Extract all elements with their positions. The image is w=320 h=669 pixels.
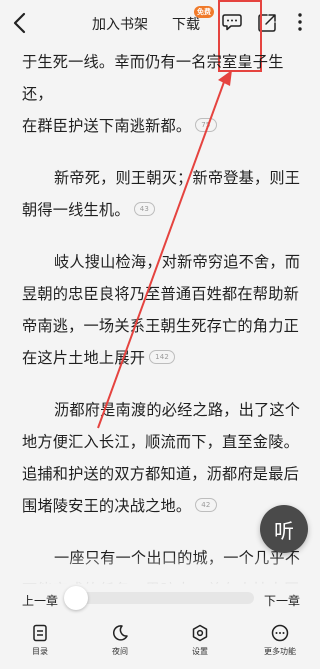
paragraph-comment-count[interactable]: 43 [133, 202, 156, 216]
paragraph-comment-count[interactable]: 142 [149, 350, 176, 364]
catalog-icon [33, 624, 47, 642]
next-chapter-button[interactable]: 下一章 [264, 592, 300, 609]
listen-button[interactable]: 听 [260, 505, 308, 553]
more-vertical-icon[interactable] [296, 12, 304, 32]
line-text: 于生死一线。幸而仍有一名宗室皇子生还， [22, 53, 284, 103]
nav-settings[interactable]: 设置 [170, 624, 230, 657]
back-arrow-icon[interactable] [8, 10, 32, 36]
line-text: 追捕和护送的双方都知道，沥都府是最后 [22, 465, 299, 483]
slider-thumb[interactable] [64, 586, 88, 610]
text-line: 地方便汇入长江，顺流而下，直至金陵。 [22, 426, 304, 458]
paragraph: 于生死一线。幸而仍有一名宗室皇子生还， 在群臣护送下南逃新都。 75 [22, 46, 304, 142]
add-to-shelf-button[interactable]: 加入书架 [92, 14, 148, 34]
text-line: 于生死一线。幸而仍有一名宗室皇子生还， [22, 46, 304, 110]
paragraph-comment-count[interactable]: 42 [195, 498, 217, 512]
text-line: 新帝死，则王朝灭；新帝登基，则王 [22, 162, 304, 194]
paragraph: 沥都府是南渡的必经之路，出了这个地方便汇入长江，顺流而下，直至金陵。 追捕和护送的… [22, 394, 304, 522]
line-text: 在群臣护送下南逃新都。 [22, 117, 192, 135]
text-line: 追捕和护送的双方都知道，沥都府是最后 [22, 458, 304, 490]
nav-night-mode[interactable]: 夜间 [90, 624, 150, 657]
text-line: 在群臣护送下南逃新都。 75 [22, 110, 304, 142]
text-line: 沥都府是南渡的必经之路，出了这个 [22, 394, 304, 426]
bottom-navigation: 目录 夜间 设置 更多功能 [0, 624, 320, 669]
top-bar: 加入书架 下载 免费 [0, 0, 320, 46]
more-functions-icon [271, 624, 289, 642]
line-text: 帝南逃，一场关系王朝生死存亡的角力正 [22, 317, 299, 335]
settings-icon [192, 624, 208, 642]
content-fade [0, 555, 320, 585]
line-text: 新帝死，则王朝灭；新帝登基，则王 [54, 169, 301, 187]
line-text: 在这片土地上展开 [22, 349, 146, 367]
moon-icon [112, 625, 128, 641]
paragraph-comment-count[interactable]: 75 [195, 118, 217, 132]
line-text: 沥都府是南渡的必经之路，出了这个 [54, 401, 301, 419]
text-line: 在这片土地上展开 142 [22, 342, 304, 374]
nav-label: 目录 [32, 647, 48, 656]
line-text: 地方便汇入长江，顺流而下，直至金陵。 [22, 433, 299, 451]
paragraph: 岐人搜山检海，对新帝穷追不舍，而昱朝的忠臣良将乃至普通百姓都在帮助新 帝南逃，一场… [22, 246, 304, 374]
paragraph: 新帝死，则王朝灭；新帝登基，则王朝得一线生机。 43 [22, 162, 304, 226]
chapter-progress-slider[interactable] [64, 586, 254, 610]
nav-label: 设置 [192, 647, 208, 656]
nav-label: 夜间 [112, 647, 128, 656]
nav-label: 更多功能 [264, 647, 296, 656]
line-text: 朝得一线生机。 [22, 201, 130, 219]
previous-chapter-button[interactable]: 上一章 [22, 592, 58, 609]
text-line: 昱朝的忠臣良将乃至普通百姓都在帮助新 [22, 278, 304, 310]
line-text: 岐人搜山检海，对新帝穷追不舍，而 [54, 253, 301, 271]
nav-more-functions[interactable]: 更多功能 [250, 624, 310, 657]
line-text: 昱朝的忠臣良将乃至普通百姓都在帮助新 [22, 285, 299, 303]
text-line: 岐人搜山检海，对新帝穷追不舍，而 [22, 246, 304, 278]
chapter-navigation: 上一章 下一章 [0, 584, 320, 620]
text-line: 朝得一线生机。 43 [22, 194, 304, 226]
text-line: 帝南逃，一场关系王朝生死存亡的角力正 [22, 310, 304, 342]
nav-catalog[interactable]: 目录 [10, 624, 70, 657]
line-text: 围堵陵安王的决战之地。 [22, 497, 192, 515]
free-badge: 免费 [194, 6, 214, 18]
